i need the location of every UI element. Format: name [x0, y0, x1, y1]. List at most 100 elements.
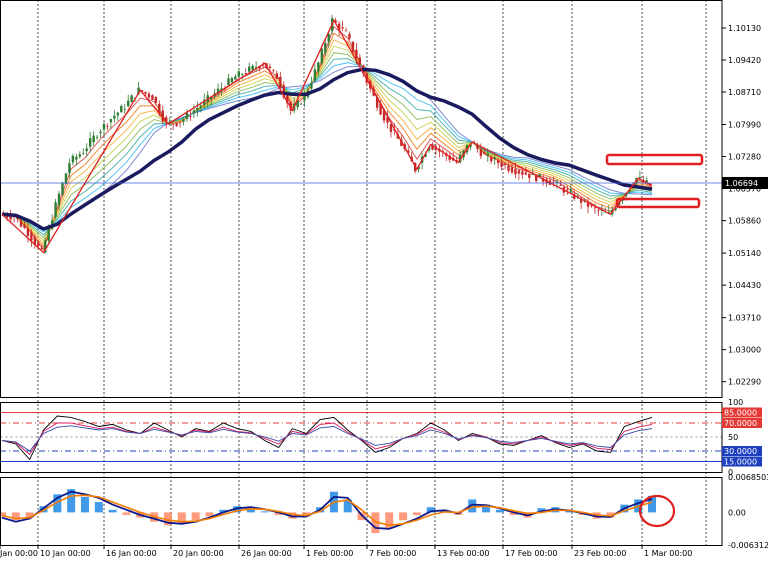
rsi-panel	[0, 412, 722, 462]
candle-body	[102, 123, 106, 130]
candle-body	[182, 119, 185, 122]
rsi-line	[1, 425, 653, 452]
y-tick-label: 1.08710	[728, 88, 761, 97]
rsi-y-tick-label: 50	[728, 433, 738, 442]
x-tick-label: 13 Feb 00:00	[437, 549, 489, 558]
macd-histogram-bar	[412, 512, 421, 515]
y-tick-label: 1.07990	[728, 121, 761, 130]
candle-body	[279, 76, 282, 89]
candle-body	[154, 96, 158, 103]
candle-body	[355, 49, 358, 59]
highlight-circle	[638, 494, 676, 528]
support-marker	[615, 197, 701, 209]
candle-body	[500, 162, 503, 167]
candle-body	[92, 135, 95, 143]
candle-body	[88, 138, 92, 147]
macd-histogram-bar	[108, 509, 117, 513]
candle-body	[272, 69, 275, 71]
candle-body	[57, 193, 61, 206]
macd-y-tick-label: -0.0063126	[728, 541, 768, 550]
candle-body	[348, 33, 351, 39]
candle-body	[106, 125, 109, 127]
candle-body	[486, 153, 489, 156]
pane-frame	[0, 0, 723, 398]
candle-body	[196, 108, 199, 111]
candle-body	[566, 189, 569, 191]
macd-histogram-bar	[191, 512, 200, 521]
candle-body	[493, 157, 496, 160]
candle-body	[241, 74, 244, 76]
candle-body	[54, 202, 57, 218]
x-tick-label: 26 Jan 00:00	[241, 549, 292, 558]
rsi-level-label: 30.0000	[724, 447, 757, 456]
rsi-line	[1, 422, 653, 456]
candle-body	[320, 48, 324, 64]
rsi-level-label: 15.0000	[724, 458, 757, 467]
macd-y-tick-label: 0.00	[728, 508, 746, 517]
y-tick-label: 1.04430	[728, 281, 761, 290]
candle-body	[178, 122, 182, 124]
candle-body	[185, 112, 189, 119]
candle-body	[344, 30, 348, 32]
macd-histogram-bar	[399, 512, 408, 521]
candle-body	[528, 173, 531, 178]
candle-body	[120, 105, 123, 113]
candle-body	[521, 171, 524, 175]
candle-body	[317, 62, 320, 72]
y-tick-label: 1.05860	[728, 217, 761, 226]
y-tick-label: 1.03710	[728, 314, 761, 323]
candle-body	[248, 66, 251, 72]
x-tick-label: 7 Feb 00:00	[369, 549, 416, 558]
rsi-y-tick-label: 100	[728, 398, 743, 407]
y-tick-label: 1.03000	[728, 346, 761, 355]
candle-body	[559, 184, 562, 186]
candle-body	[496, 160, 500, 164]
candle-body	[30, 232, 33, 241]
x-tick-label: Jan 00:00	[0, 549, 38, 558]
candle-body	[299, 103, 303, 105]
candle-body	[227, 78, 230, 86]
ma-ribbon-line	[1, 62, 653, 233]
ma-ribbon-line	[1, 39, 653, 245]
candle-body	[189, 116, 192, 117]
candle-body	[503, 164, 507, 166]
ma-ribbon-line	[1, 52, 653, 239]
macd-y-tick-label: 0.0068503	[728, 473, 768, 482]
y-tick-label: 1.10130	[728, 24, 761, 33]
candle-body	[85, 148, 88, 152]
candle-body	[268, 66, 272, 68]
candle-body	[64, 173, 68, 184]
candle-body	[555, 181, 559, 183]
pane-frames	[0, 0, 723, 546]
x-tick-label: 20 Jan 00:00	[173, 549, 224, 558]
x-tick-label: 1 Feb 00:00	[306, 549, 353, 558]
candle-body	[71, 155, 75, 163]
candle-body	[313, 69, 317, 81]
x-tick-label: 23 Feb 00:00	[574, 549, 626, 558]
pane-frame	[0, 402, 723, 473]
candle-body	[26, 228, 30, 236]
candle-body	[61, 182, 64, 195]
candle-body	[126, 100, 130, 107]
candle-body	[234, 76, 237, 80]
macd-histogram-bar	[260, 511, 269, 513]
candle-body	[534, 175, 538, 181]
candle-body	[37, 242, 40, 247]
candle-body	[510, 167, 514, 173]
candle-body	[524, 172, 528, 175]
candle-body	[275, 73, 279, 79]
candle-body	[483, 152, 486, 155]
trading-chart[interactable]: Jan 00:00 10 Jan 00:00 16 Jan 00:00 20 Jan …	[0, 0, 768, 563]
x-tick-label: 17 Feb 00:00	[505, 549, 557, 558]
x-tick-label: 1 Mar 00:00	[644, 549, 692, 558]
x-tick-label: 16 Jan 00:00	[106, 549, 157, 558]
x-tick-label: 10 Jan 00:00	[40, 549, 91, 558]
candle-body	[40, 247, 43, 249]
candle-body	[199, 105, 203, 108]
candle-body	[327, 34, 330, 42]
candle-body	[171, 123, 175, 125]
candle-body	[144, 91, 147, 94]
candle-body	[479, 148, 483, 157]
candle-body	[109, 119, 113, 123]
rsi-level-label: 85.0000	[724, 409, 757, 418]
